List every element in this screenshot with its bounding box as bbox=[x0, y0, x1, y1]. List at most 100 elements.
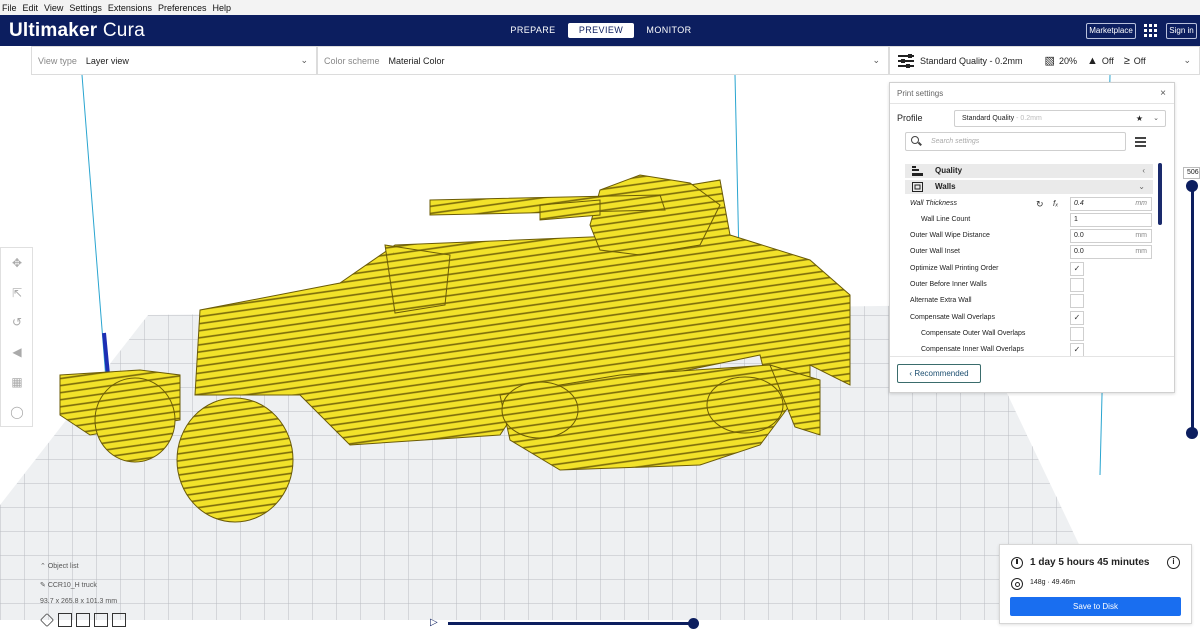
move-icon[interactable]: ✥ bbox=[10, 256, 24, 270]
alternate-extra-wall-checkbox[interactable] bbox=[1070, 294, 1084, 308]
setting-optimize-wall-order: Optimize Wall Printing Order ✓ bbox=[890, 261, 1158, 277]
chevron-down-icon: ⌄ bbox=[1138, 182, 1145, 191]
compensate-inner-overlaps-checkbox[interactable]: ✓ bbox=[1070, 343, 1084, 356]
view-front-icon[interactable] bbox=[58, 613, 72, 627]
search-icon bbox=[911, 136, 919, 144]
color-scheme-value: Material Color bbox=[388, 55, 445, 66]
color-scheme-selector[interactable]: Color scheme Material Color ⌄ bbox=[317, 46, 889, 75]
support-value: Off bbox=[1101, 55, 1114, 66]
layer-number-input[interactable]: 506 bbox=[1183, 167, 1200, 179]
app-logo: Ultimaker Cura bbox=[9, 20, 145, 41]
reset-icon[interactable]: ↻ bbox=[1036, 196, 1044, 212]
profile-row: Profile Standard Quality - 0.2mm ★ ⌄ bbox=[890, 104, 1174, 131]
view-right-icon[interactable] bbox=[112, 613, 126, 627]
scale-icon[interactable]: ⇱ bbox=[10, 286, 24, 300]
clock-icon bbox=[1011, 557, 1023, 569]
object-dimensions: 93.7 x 265.8 x 101.3 mm bbox=[40, 598, 118, 605]
print-settings-panel: Print settings × Profile Standard Qualit… bbox=[889, 82, 1175, 393]
star-icon: ★ bbox=[1135, 114, 1143, 123]
support-blocker-icon[interactable]: ◯ bbox=[10, 405, 24, 419]
menu-icon[interactable] bbox=[1135, 137, 1146, 147]
print-time: 1 day 5 hours 45 minutes bbox=[1030, 557, 1150, 568]
compensate-wall-overlaps-checkbox[interactable]: ✓ bbox=[1070, 311, 1084, 325]
setting-compensate-inner-overlaps: Compensate Inner Wall Overlaps ✓ bbox=[890, 342, 1158, 356]
object-name: ✎ CCR10_H truck bbox=[40, 582, 97, 589]
view-top-icon[interactable] bbox=[76, 613, 90, 627]
view-left-icon[interactable] bbox=[94, 613, 108, 627]
chevron-down-icon: ⌄ bbox=[1183, 55, 1191, 65]
category-quality[interactable]: Quality ‹ bbox=[905, 164, 1153, 178]
per-model-settings-icon[interactable]: ▦ bbox=[10, 375, 24, 389]
view-3d-icon[interactable] bbox=[40, 613, 54, 627]
wall-line-count-input[interactable]: 1 bbox=[1070, 213, 1152, 227]
apps-grid-icon[interactable] bbox=[1144, 24, 1157, 37]
layer-slider-top-handle[interactable] bbox=[1186, 180, 1198, 192]
color-scheme-label: Color scheme bbox=[324, 55, 380, 66]
marketplace-button[interactable]: Marketplace bbox=[1086, 23, 1136, 39]
close-icon[interactable]: × bbox=[1160, 83, 1166, 104]
settings-scrollbar[interactable] bbox=[1158, 163, 1162, 356]
function-icon[interactable]: fₓ bbox=[1053, 196, 1058, 212]
tab-prepare[interactable]: PREPARE bbox=[500, 23, 566, 38]
setting-wall-line-count: Wall Line Count 1 bbox=[890, 212, 1158, 228]
camera-view-buttons bbox=[40, 613, 130, 627]
outer-before-inner-checkbox[interactable] bbox=[1070, 278, 1084, 292]
info-icon[interactable]: i bbox=[1167, 556, 1180, 569]
menu-bar: File Edit View Settings Extensions Prefe… bbox=[0, 0, 1200, 15]
view-type-selector[interactable]: View type Layer view ⌄ bbox=[31, 46, 317, 75]
play-icon[interactable]: ▷ bbox=[430, 617, 438, 628]
menu-view[interactable]: View bbox=[44, 3, 63, 13]
adhesion-value: Off bbox=[1133, 55, 1146, 66]
infill-value: 20% bbox=[1058, 55, 1077, 66]
tab-monitor[interactable]: MONITOR bbox=[636, 23, 702, 38]
menu-help[interactable]: Help bbox=[212, 3, 231, 13]
app-header: Ultimaker Cura PREPARE PREVIEW MONITOR M… bbox=[0, 15, 1200, 46]
setting-alternate-extra-wall: Alternate Extra Wall bbox=[890, 293, 1158, 309]
outer-wall-wipe-distance-input[interactable]: 0.0 mm bbox=[1070, 229, 1152, 243]
panel-title: Print settings × bbox=[890, 83, 1174, 104]
rotate-icon[interactable]: ↺ bbox=[10, 315, 24, 329]
menu-extensions[interactable]: Extensions bbox=[108, 3, 152, 13]
menu-settings[interactable]: Settings bbox=[69, 3, 102, 13]
walls-icon bbox=[912, 182, 923, 192]
menu-preferences[interactable]: Preferences bbox=[158, 3, 207, 13]
save-to-disk-button[interactable]: Save to Disk bbox=[1010, 597, 1181, 616]
stage-tabs: PREPARE PREVIEW MONITOR bbox=[500, 23, 704, 38]
setting-compensate-outer-overlaps: Compensate Outer Wall Overlaps bbox=[890, 326, 1158, 342]
scrollbar-thumb[interactable] bbox=[1158, 163, 1162, 225]
setting-outer-before-inner: Outer Before Inner Walls bbox=[890, 277, 1158, 293]
category-walls[interactable]: Walls ⌄ bbox=[905, 180, 1153, 194]
view-type-label: View type bbox=[38, 55, 77, 66]
adhesion-icon: ≥ bbox=[1123, 54, 1130, 67]
simulation-slider-track[interactable] bbox=[448, 622, 693, 625]
layer-slider-bottom-handle[interactable] bbox=[1186, 427, 1198, 439]
layer-slider-track[interactable] bbox=[1191, 183, 1194, 433]
profile-label: Profile bbox=[897, 112, 923, 123]
menu-file[interactable]: File bbox=[2, 3, 17, 13]
simulation-slider-handle[interactable] bbox=[688, 618, 699, 629]
outer-wall-inset-input[interactable]: 0.0 mm bbox=[1070, 245, 1152, 259]
setting-outer-wall-inset: Outer Wall Inset 0.0 mm bbox=[890, 244, 1158, 260]
print-settings-bar[interactable]: Standard Quality - 0.2mm ▧ 20% ▲ Off ≥ O… bbox=[889, 46, 1200, 75]
chevron-left-icon: ‹ bbox=[1142, 166, 1145, 175]
profile-select[interactable]: Standard Quality - 0.2mm ★ ⌄ bbox=[954, 110, 1166, 127]
panel-footer: ‹ Recommended bbox=[890, 356, 1174, 390]
mirror-icon[interactable]: ◀ bbox=[10, 345, 24, 359]
wall-thickness-input[interactable]: 0.4 mm bbox=[1070, 197, 1152, 211]
chevron-down-icon: ⌄ bbox=[872, 55, 880, 65]
search-input[interactable]: Search settings bbox=[905, 132, 1126, 151]
setting-wall-thickness: Wall Thickness ↻ fₓ 0.4 mm bbox=[890, 196, 1158, 212]
tab-preview[interactable]: PREVIEW bbox=[568, 23, 634, 38]
optimize-wall-order-checkbox[interactable]: ✓ bbox=[1070, 262, 1084, 276]
setting-compensate-wall-overlaps: Compensate Wall Overlaps ✓ bbox=[890, 310, 1158, 326]
menu-edit[interactable]: Edit bbox=[23, 3, 39, 13]
infill-icon: ▧ bbox=[1044, 55, 1055, 67]
sign-in-button[interactable]: Sign in bbox=[1166, 23, 1197, 39]
setting-outer-wall-wipe-distance: Outer Wall Wipe Distance 0.0 mm bbox=[890, 228, 1158, 244]
compensate-outer-overlaps-checkbox[interactable] bbox=[1070, 327, 1084, 341]
recommended-button[interactable]: ‹ Recommended bbox=[897, 364, 981, 383]
spool-icon bbox=[1011, 578, 1023, 590]
object-list-toggle[interactable]: ⌃ Object list bbox=[40, 562, 79, 570]
left-toolbar: ✥ ⇱ ↺ ◀ ▦ ◯ bbox=[0, 247, 33, 427]
quality-summary: Standard Quality - 0.2mm bbox=[920, 55, 1023, 66]
